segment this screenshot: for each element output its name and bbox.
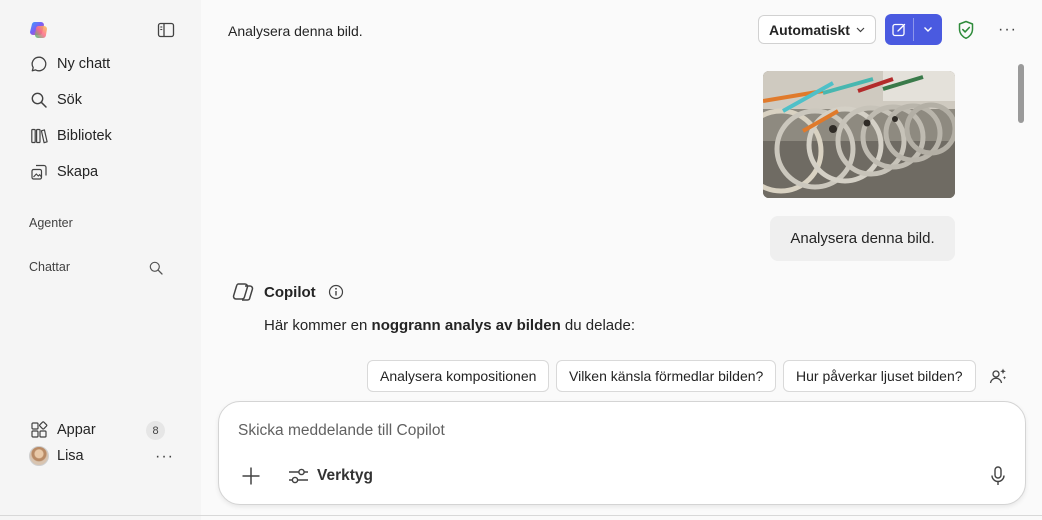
window-bottom-border [0,515,1042,516]
suggestion-chip[interactable]: Hur påverkar ljuset bilden? [783,360,976,392]
sliders-icon [289,468,308,484]
tools-button-label: Verktyg [317,467,374,484]
user-more-button[interactable]: ··· [155,448,174,466]
sidebar-item-library[interactable]: Bibliotek [30,124,112,148]
main-panel: Analysera denna bild. Automatiskt ··· An… [201,0,1042,520]
copilot-icon [232,283,254,301]
new-chat-split-button[interactable] [885,14,942,45]
message-composer: Verktyg [218,401,1026,505]
copilot-logo-icon[interactable] [29,20,49,40]
sidebar-item-search[interactable]: Sök [30,88,82,112]
agents-section-label[interactable]: Agenter [29,216,73,230]
answer-text-suffix: du delade: [560,317,635,334]
scrollbar-thumb[interactable] [1018,64,1024,123]
mode-dropdown[interactable]: Automatiskt [758,15,876,44]
suggestion-chip[interactable]: Analysera kompositionen [367,360,550,392]
sidebar-item-label: Bibliotek [57,128,112,144]
chevron-down-icon [924,27,932,32]
tools-button[interactable]: Verktyg [288,465,373,487]
chat-bubble-icon [30,55,48,73]
assistant-message: Här kommer en noggrann analys av bilden … [264,317,635,334]
apps-grid-icon [30,421,48,439]
sidebar-item-label: Appar [57,422,96,438]
avatar[interactable] [29,446,49,466]
add-icon[interactable] [240,465,262,487]
assistant-name: Copilot [264,283,316,301]
sidebar: Ny chatt Sök Bibliotek Skapa Agenter Cha… [0,0,201,520]
compose-button[interactable] [885,14,913,45]
chats-section-label[interactable]: Chattar [29,260,70,274]
uploaded-image[interactable] [763,71,955,198]
sidebar-item-label: Ny chatt [57,56,111,72]
mode-dropdown-value: Automatiskt [769,21,850,38]
answer-text-bold: noggrann analys av bilden [371,317,561,334]
shield-check-icon[interactable] [957,20,975,40]
info-icon[interactable] [328,284,344,300]
sidebar-item-apps[interactable]: Appar [30,418,96,442]
create-icon [30,163,48,181]
user-name[interactable]: Lisa [57,448,84,464]
message-input[interactable] [238,420,938,442]
chevron-down-icon [856,25,865,35]
compose-icon [892,23,906,36]
library-icon [30,127,48,145]
answer-text-prefix: Här kommer en [264,317,372,334]
compose-dropdown-button[interactable] [914,14,942,45]
microphone-icon[interactable] [989,465,1007,487]
sidebar-item-label: Skapa [57,164,99,180]
sidebar-toggle-icon[interactable] [156,20,176,40]
bicycles-image [763,71,955,198]
more-suggestions-icon[interactable] [988,366,1008,386]
more-options-button[interactable]: ··· [998,21,1017,39]
conversation-title: Analysera denna bild. [228,23,363,39]
assistant-header: Copilot [232,282,344,302]
user-message-bubble: Analysera denna bild. [770,216,955,261]
suggestion-chip[interactable]: Vilken känsla förmedlar bilden? [556,360,777,392]
sidebar-item-new-chat[interactable]: Ny chatt [30,52,110,76]
sidebar-item-label: Sök [57,92,82,108]
chat-search-icon[interactable] [148,260,164,276]
apps-count-badge: 8 [146,421,165,440]
search-icon [30,91,48,109]
sidebar-item-create[interactable]: Skapa [30,160,98,184]
